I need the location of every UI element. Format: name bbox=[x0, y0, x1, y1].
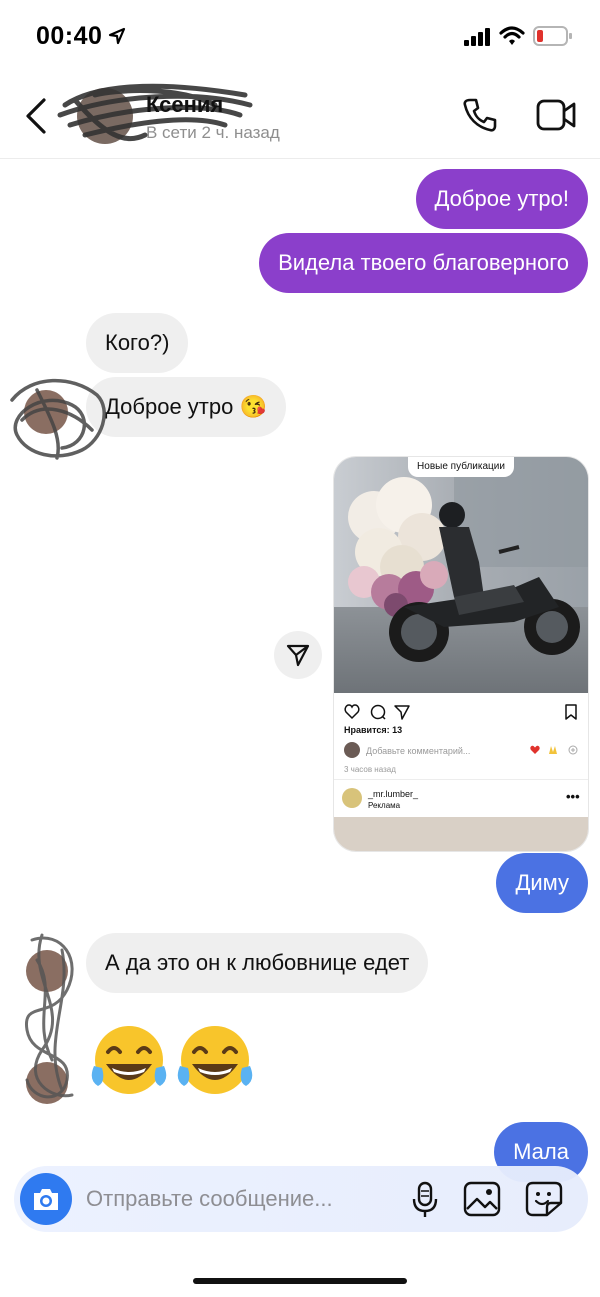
tears-of-joy-emoji-icon bbox=[91, 1026, 167, 1094]
camera-icon bbox=[34, 1189, 58, 1210]
shared-post-card[interactable]: Новые публикации Нравится: 13 Добавьте к… bbox=[334, 457, 588, 851]
post-comment-placeholder[interactable]: Добавьте комментарий... bbox=[366, 746, 470, 756]
location-arrow-icon bbox=[108, 27, 126, 45]
account-avatar[interactable] bbox=[342, 788, 362, 808]
gallery-icon[interactable] bbox=[463, 1181, 501, 1217]
paper-plane-icon bbox=[286, 644, 310, 667]
commenter-avatar bbox=[344, 742, 360, 758]
contact-name[interactable]: Ксения bbox=[146, 92, 223, 118]
message-incoming[interactable]: Кого?) bbox=[86, 313, 189, 373]
message-outgoing[interactable]: Видела твоего благоверного bbox=[259, 233, 588, 293]
redaction-scribble bbox=[24, 933, 74, 1099]
message-outgoing[interactable]: Доброе утро! bbox=[415, 169, 588, 229]
post-divider bbox=[334, 779, 588, 780]
contact-presence: В сети 2 ч. назад bbox=[146, 123, 280, 142]
microphone-icon[interactable] bbox=[411, 1181, 439, 1219]
post-time: 3 часов назад bbox=[344, 765, 396, 774]
battery-low-icon bbox=[533, 26, 572, 46]
video-call-icon[interactable] bbox=[536, 98, 578, 132]
redaction-scribble bbox=[10, 378, 106, 460]
message-incoming[interactable]: А да это он к любовнице едет bbox=[86, 933, 429, 993]
message-outgoing[interactable]: Диму bbox=[496, 853, 588, 913]
post-photo[interactable] bbox=[334, 457, 588, 693]
forward-button[interactable] bbox=[274, 631, 322, 679]
clap-emoji-icon[interactable] bbox=[547, 744, 559, 756]
back-chevron-icon[interactable] bbox=[24, 98, 48, 134]
header-divider bbox=[0, 158, 600, 159]
sticker-icon[interactable] bbox=[525, 1181, 563, 1217]
phone-icon[interactable] bbox=[462, 97, 498, 133]
post-account-name[interactable]: _mr.lumber_ bbox=[368, 789, 418, 799]
post-more-icon[interactable]: ••• bbox=[566, 789, 580, 804]
heart-emoji-icon[interactable] bbox=[530, 745, 540, 755]
next-post-preview[interactable] bbox=[334, 817, 588, 851]
message-emoji[interactable]: 😂😂 bbox=[90, 1024, 256, 1104]
message-input[interactable]: Отправьте сообщение... bbox=[86, 1186, 333, 1212]
tears-of-joy-emoji-icon bbox=[177, 1026, 253, 1094]
add-reaction-icon[interactable] bbox=[568, 745, 578, 755]
post-actions-icons[interactable] bbox=[344, 703, 580, 721]
post-likes: Нравится: 13 bbox=[344, 725, 403, 735]
post-sponsored-label: Реклама bbox=[368, 801, 401, 810]
wifi-icon bbox=[499, 26, 525, 45]
home-indicator[interactable] bbox=[193, 1278, 407, 1284]
camera-button[interactable] bbox=[20, 1173, 72, 1225]
new-posts-banner[interactable]: Новые публикации bbox=[408, 457, 514, 477]
status-time: 00:40 bbox=[36, 22, 103, 50]
cellular-signal-icon bbox=[464, 28, 490, 46]
